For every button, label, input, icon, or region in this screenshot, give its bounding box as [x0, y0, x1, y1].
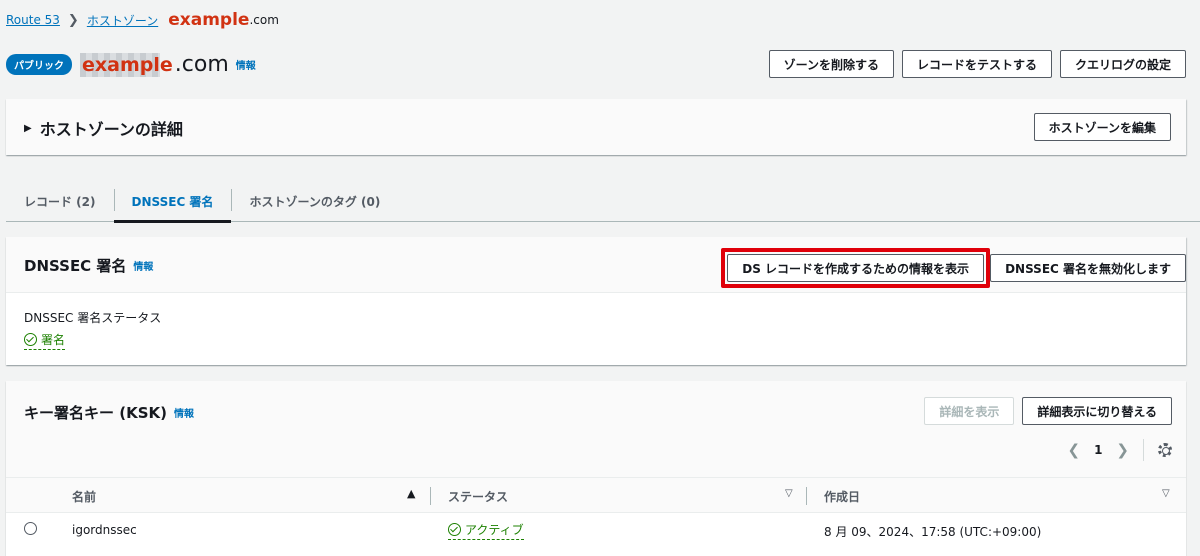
- ksk-title: キー署名キー (KSK): [24, 404, 167, 422]
- ksk-panel: キー署名キー (KSK) 情報 詳細を表示 詳細表示に切り替える ❮ 1 ❯ 名…: [6, 381, 1186, 556]
- column-separator[interactable]: [430, 487, 431, 505]
- chevron-left-icon[interactable]: ❮: [1067, 441, 1080, 459]
- pager-divider: [1143, 439, 1144, 461]
- hosted-zone-details-toggle[interactable]: ▶ ホストゾーンの詳細: [24, 116, 183, 140]
- dnssec-panel-header: DNSSEC 署名 情報 DS レコードを作成するための情報を表示 DNSSEC…: [6, 237, 1186, 293]
- dnssec-info-link[interactable]: 情報: [133, 258, 153, 273]
- ksk-info-link[interactable]: 情報: [174, 405, 194, 420]
- edit-hosted-zone-button[interactable]: ホストゾーンを編集: [1033, 113, 1171, 141]
- row-status[interactable]: アクティブ: [448, 521, 524, 540]
- highlight-box: DS レコードを作成するための情報を表示: [721, 248, 991, 288]
- pagination: ❮ 1 ❯: [1067, 439, 1172, 461]
- breadcrumb-hosted-zones-link[interactable]: ホストゾーン: [87, 12, 158, 29]
- delete-zone-button[interactable]: ゾーンを削除する: [768, 50, 894, 78]
- sort-caret-icon[interactable]: ▽: [1162, 488, 1170, 499]
- tab-hosted-zone-tags[interactable]: ホストゾーンのタグ (0): [231, 180, 398, 222]
- table-row[interactable]: igordnssec アクティブ 8 月 09、2024、17:58 (UTC:…: [6, 513, 1186, 549]
- tab-dnssec-signing[interactable]: DNSSEC 署名: [113, 180, 232, 223]
- test-record-button[interactable]: レコードをテストする: [901, 50, 1052, 78]
- column-header-created[interactable]: 作成日: [824, 478, 860, 514]
- chevron-right-icon: ❯: [67, 12, 79, 28]
- dnssec-status-value[interactable]: 署名: [24, 331, 66, 350]
- row-status-text: アクティブ: [465, 523, 524, 537]
- view-details-button[interactable]: 詳細を表示: [924, 397, 1015, 425]
- ksk-title-group: キー署名キー (KSK) 情報: [24, 402, 194, 423]
- hosted-zone-details-panel: ▶ ホストゾーンの詳細 ホストゾーンを編集: [6, 99, 1186, 155]
- check-circle-icon: [24, 333, 37, 346]
- breadcrumb-route53-link[interactable]: Route 53: [6, 13, 60, 27]
- breadcrumb: Route 53 ❯ ホストゾーン example .com: [6, 10, 279, 30]
- top-actions: ゾーンを削除する レコードをテストする クエリログの設定: [768, 50, 1186, 78]
- row-select-radio[interactable]: [24, 522, 37, 535]
- dnssec-title-group: DNSSEC 署名 情報: [24, 255, 153, 276]
- column-separator[interactable]: [806, 487, 807, 505]
- gear-icon[interactable]: [1158, 443, 1172, 457]
- public-badge: パブリック: [6, 54, 72, 75]
- sort-caret-icon[interactable]: ▽: [785, 488, 793, 499]
- sort-ascending-icon[interactable]: ▲: [407, 487, 415, 500]
- dnssec-status-label: DNSSEC 署名ステータス: [24, 311, 162, 325]
- hosted-zone-details-heading: ホストゾーンの詳細: [39, 120, 183, 139]
- show-ds-record-info-button[interactable]: DS レコードを作成するための情報を表示: [727, 254, 985, 282]
- disable-dnssec-button[interactable]: DNSSEC 署名を無効化します: [990, 254, 1186, 282]
- chevron-right-icon[interactable]: ❯: [1116, 441, 1129, 459]
- check-circle-icon: [448, 523, 461, 536]
- dnssec-title: DNSSEC 署名: [24, 257, 127, 275]
- toggle-details-button[interactable]: 詳細表示に切り替える: [1022, 397, 1172, 425]
- header-info-link[interactable]: 情報: [236, 57, 256, 72]
- dnssec-actions: DS レコードを作成するための情報を表示 DNSSEC 署名を無効化します: [721, 248, 1186, 288]
- tab-records[interactable]: レコード (2): [6, 180, 114, 222]
- tab-bar: レコード (2) DNSSEC 署名 ホストゾーンのタグ (0): [6, 180, 1200, 223]
- page-title-redacted: example: [82, 53, 173, 76]
- table-header: 名前 ▲ ステータス ▽ 作成日 ▽: [6, 477, 1186, 513]
- column-header-status[interactable]: ステータス: [448, 478, 508, 514]
- breadcrumb-domain-suffix: .com: [249, 13, 279, 27]
- page-number[interactable]: 1: [1094, 443, 1102, 457]
- caret-right-icon: ▶: [24, 122, 32, 134]
- row-name: igordnssec: [72, 523, 137, 537]
- page-title-row: パブリック example .com 情報: [6, 52, 256, 77]
- dnssec-status-text: 署名: [41, 333, 66, 347]
- breadcrumb-redacted-domain: example: [168, 10, 250, 30]
- ksk-actions: 詳細を表示 詳細表示に切り替える: [924, 397, 1172, 425]
- ksk-panel-header: キー署名キー (KSK) 情報 詳細を表示 詳細表示に切り替える ❮ 1 ❯: [6, 381, 1186, 477]
- query-logging-button[interactable]: クエリログの設定: [1059, 50, 1186, 78]
- dnssec-signing-panel: DNSSEC 署名 情報 DS レコードを作成するための情報を表示 DNSSEC…: [6, 237, 1186, 365]
- column-header-name[interactable]: 名前: [72, 478, 96, 514]
- page-title-domain-suffix: .com: [174, 52, 229, 77]
- row-created: 8 月 09、2024、17:58 (UTC:+09:00): [824, 525, 1042, 539]
